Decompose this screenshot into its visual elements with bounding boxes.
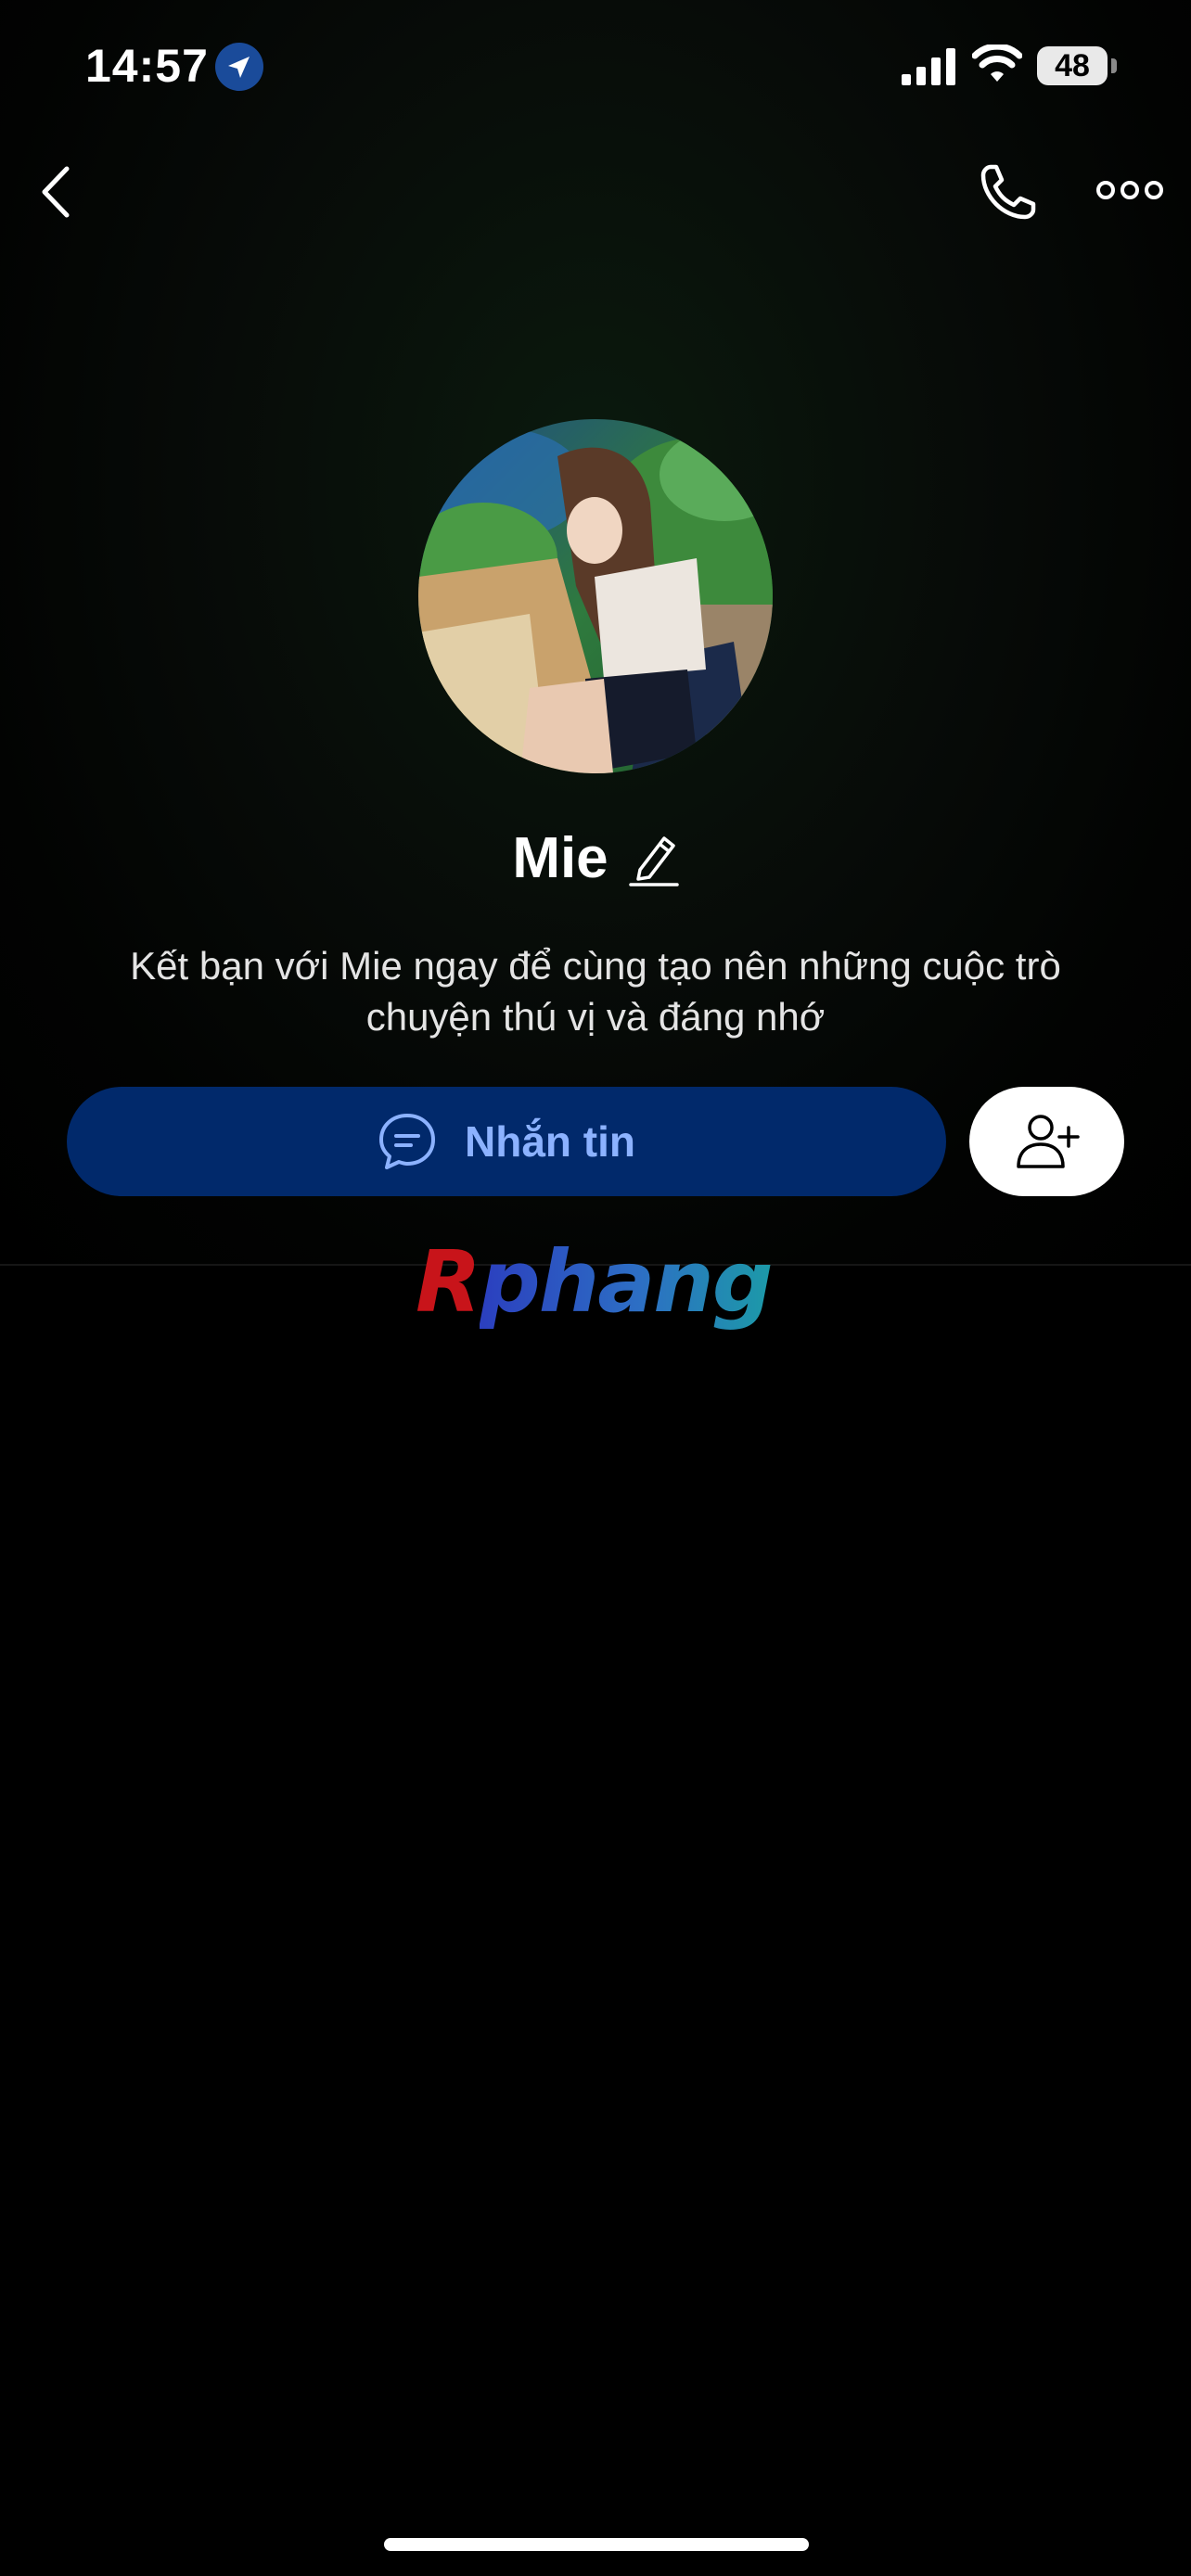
watermark-rest: phang — [479, 1232, 774, 1332]
pencil-edit-icon[interactable] — [628, 831, 679, 886]
friend-invite-text: Kết bạn với Mie ngay để cùng tạo nên nhữ… — [56, 940, 1135, 1042]
watermark-logo: R phang — [416, 1231, 781, 1333]
battery-tip — [1111, 58, 1117, 73]
home-indicator[interactable] — [384, 2538, 809, 2551]
wifi-icon — [972, 45, 1022, 82]
message-button-label: Nhắn tin — [465, 1117, 635, 1166]
avatar-photo — [418, 419, 773, 773]
friend-invite-line-2: chuyện thú vị và đáng nhớ — [365, 995, 826, 1039]
message-button[interactable]: Nhắn tin — [67, 1087, 946, 1196]
profile-name: Mie — [512, 826, 608, 890]
friend-invite-line-1: Kết bạn với Mie ngay để cùng tạo nên nhữ… — [130, 944, 1061, 988]
cellular-signal-icon — [902, 48, 955, 85]
profile-avatar[interactable] — [418, 419, 773, 773]
status-time: 14:57 — [85, 40, 209, 92]
watermark-first-letter: R — [416, 1232, 481, 1332]
chevron-left-icon[interactable] — [33, 163, 78, 221]
location-arrow-icon — [215, 43, 263, 91]
add-friend-button[interactable] — [969, 1087, 1124, 1196]
add-user-icon — [1016, 1115, 1080, 1168]
more-dots-icon[interactable] — [1096, 176, 1163, 204]
battery-level: 48 — [1055, 47, 1090, 83]
battery-icon: 48 — [1037, 46, 1108, 85]
profile-name-row: Mie — [0, 825, 1191, 891]
chat-bubble-icon — [379, 1114, 435, 1169]
phone-icon[interactable] — [978, 161, 1039, 223]
